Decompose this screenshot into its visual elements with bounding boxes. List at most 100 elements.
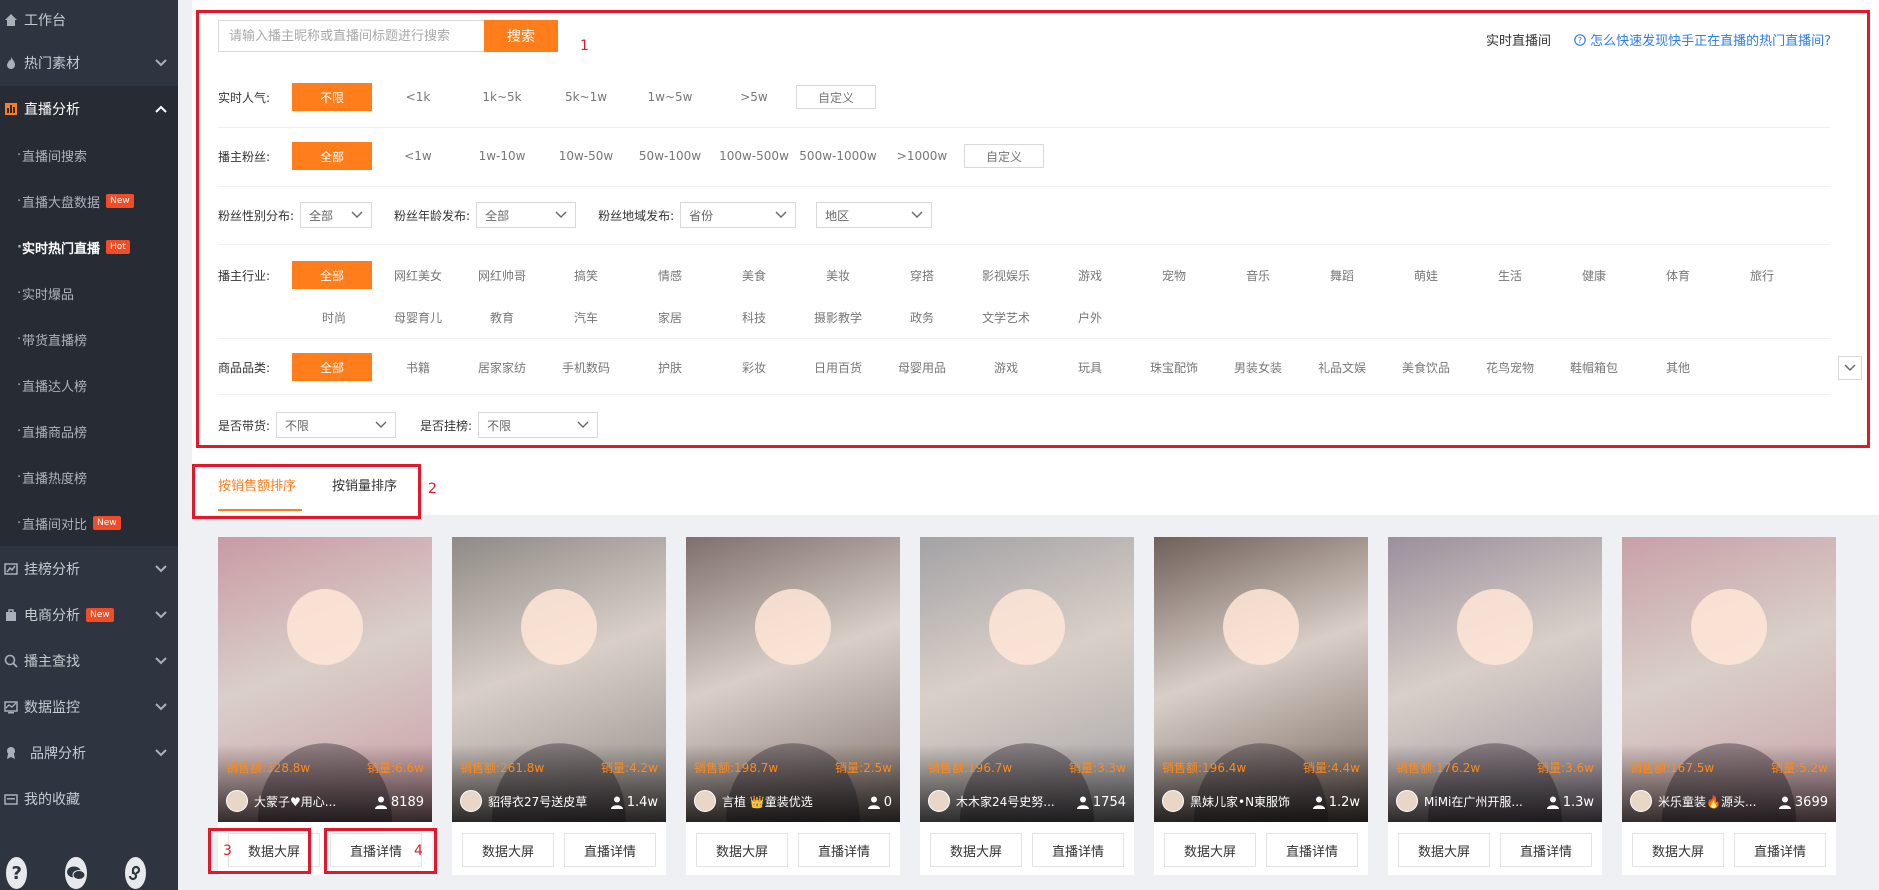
live-thumbnail[interactable]: 销售额:196.7w 销量:3.3w 木木家24号史努... 1754 [920, 537, 1134, 822]
nav-ecommerce-analysis[interactable]: 电商分析 New [0, 592, 178, 638]
filter-option[interactable]: 网红美女 [376, 261, 460, 289]
live-room-card[interactable]: 销售额:167.5w 销量:5.2w 米乐童装🔥源头... 3699 数据大屏 直播详情 [1622, 537, 1836, 875]
nav-ranking-analysis[interactable]: 挂榜分析 [0, 546, 178, 592]
tab-sort-by-sales-amount[interactable]: 按销售额排序 [218, 475, 296, 494]
live-room-card[interactable]: 销售额:196.4w 销量:4.4w 黑妹儿家•N東服饰 1.2w 数据大屏 直播详情 [1154, 537, 1368, 875]
filter-option[interactable]: 男装女装 [1216, 353, 1300, 381]
sidebar-item-selling-live-rank[interactable]: 带货直播榜 [0, 316, 178, 362]
help-link[interactable]: ? 怎么快速发现快手正在直播的热门直播间? [1574, 30, 1831, 49]
filter-option[interactable]: 健康 [1552, 261, 1636, 289]
tab-sort-by-volume[interactable]: 按销量排序 [332, 475, 397, 494]
filter-option[interactable]: 生活 [1468, 261, 1552, 289]
filter-option[interactable]: 500w-1000w [796, 142, 880, 170]
age-select[interactable]: 全部 [476, 202, 577, 228]
filter-option[interactable]: 1k~5k [460, 83, 544, 111]
filter-option[interactable]: 游戏 [1048, 261, 1132, 289]
filter-option[interactable]: 美妆 [796, 261, 880, 289]
filter-option[interactable]: 汽车 [544, 303, 628, 331]
search-input[interactable] [218, 20, 484, 52]
filter-option[interactable]: 文学艺术 [964, 303, 1048, 331]
live-thumbnail[interactable]: 销售额:167.5w 销量:5.2w 米乐童装🔥源头... 3699 [1622, 537, 1836, 822]
filter-option[interactable]: 居家家纺 [460, 353, 544, 381]
filter-option[interactable]: 100w-500w [712, 142, 796, 170]
live-detail-button[interactable]: 直播详情 [1032, 833, 1124, 867]
district-select[interactable]: 地区 [816, 202, 933, 228]
filter-option[interactable]: 时尚 [292, 303, 376, 331]
filter-option[interactable]: 书籍 [376, 353, 460, 381]
selling-select[interactable]: 不限 [276, 412, 397, 438]
filter-option[interactable]: <1k [376, 83, 460, 111]
nav-hot-material[interactable]: 热门素材 [0, 40, 178, 86]
filter-option[interactable]: 母婴育儿 [376, 303, 460, 331]
live-room-card[interactable]: 销售额:328.8w 销量:6.6w 大蒙子♥用心... 8189 数据大屏 直播详情 [218, 537, 432, 875]
filter-option[interactable]: 游戏 [964, 353, 1048, 381]
filter-option[interactable]: 萌娃 [1384, 261, 1468, 289]
filter-option[interactable]: 宠物 [1132, 261, 1216, 289]
filter-option[interactable]: 体育 [1636, 261, 1720, 289]
sidebar-item-live-overview[interactable]: 直播大盘数据 New [0, 178, 178, 224]
filter-option[interactable]: <1w [376, 142, 460, 170]
live-detail-button[interactable]: 直播详情 [1734, 833, 1826, 867]
live-detail-button[interactable]: 直播详情 [798, 833, 890, 867]
anchor-info[interactable]: 黑妹儿家•N東服饰 [1162, 790, 1302, 812]
filter-option[interactable]: 50w-100w [628, 142, 712, 170]
filter-option[interactable]: 情感 [628, 261, 712, 289]
filter-option[interactable]: 网红帅哥 [460, 261, 544, 289]
live-thumbnail[interactable]: 销售额:198.7w 销量:2.5w 言植 👑童装优选 0 [686, 537, 900, 822]
mini-program-icon[interactable] [124, 857, 146, 889]
custom-range-button[interactable]: 自定义 [964, 144, 1044, 168]
filter-option[interactable]: 家居 [628, 303, 712, 331]
live-thumbnail[interactable]: 销售额:261.8w 销量:4.2w 貂得衣27号送皮草 1.4w [452, 537, 666, 822]
expand-toggle[interactable] [1838, 356, 1862, 380]
filter-option[interactable]: 户外 [1048, 303, 1132, 331]
anchor-info[interactable]: 大蒙子♥用心... [226, 790, 366, 812]
data-screen-button[interactable]: 数据大屏 [462, 833, 554, 867]
filter-option[interactable]: 护肤 [628, 353, 712, 381]
anchor-info[interactable]: 木木家24号史努... [928, 790, 1068, 812]
data-screen-button[interactable]: 数据大屏 [930, 833, 1022, 867]
live-thumbnail[interactable]: 销售额:196.4w 销量:4.4w 黑妹儿家•N東服饰 1.2w [1154, 537, 1368, 822]
filter-option[interactable]: 科技 [712, 303, 796, 331]
filter-option[interactable]: 10w-50w [544, 142, 628, 170]
wechat-icon[interactable] [65, 857, 87, 889]
sidebar-item-realtime-hot-products[interactable]: 实时爆品 [0, 270, 178, 316]
data-screen-button[interactable]: 数据大屏 [1398, 833, 1490, 867]
filter-option[interactable]: 影视娱乐 [964, 261, 1048, 289]
live-detail-button[interactable]: 直播详情 [1266, 833, 1358, 867]
live-detail-button[interactable]: 直播详情 [330, 833, 422, 867]
filter-option[interactable]: 彩妆 [712, 353, 796, 381]
filter-option[interactable]: 花鸟宠物 [1468, 353, 1552, 381]
data-screen-button[interactable]: 数据大屏 [228, 833, 320, 867]
live-detail-button[interactable]: 直播详情 [1500, 833, 1592, 867]
live-detail-button[interactable]: 直播详情 [564, 833, 656, 867]
filter-option[interactable]: 摄影教学 [796, 303, 880, 331]
filter-option[interactable]: 教育 [460, 303, 544, 331]
nav-data-monitor[interactable]: 数据监控 [0, 684, 178, 730]
filter-option[interactable]: 搞笑 [544, 261, 628, 289]
live-thumbnail[interactable]: 销售额:176.2w 销量:3.6w MiMi在广州开服... 1.3w [1388, 537, 1602, 822]
anchor-info[interactable]: MiMi在广州开服... [1396, 790, 1536, 812]
filter-option[interactable]: 美食 [712, 261, 796, 289]
data-screen-button[interactable]: 数据大屏 [1632, 833, 1724, 867]
nav-live-analysis[interactable]: 直播分析 [0, 86, 178, 132]
help-icon[interactable]: ? [6, 857, 28, 889]
filter-option[interactable]: 日用百货 [796, 353, 880, 381]
filter-option[interactable]: 政务 [880, 303, 964, 331]
nav-anchor-search[interactable]: 播主查找 [0, 638, 178, 684]
filter-option[interactable]: 穿搭 [880, 261, 964, 289]
gender-select[interactable]: 全部 [300, 202, 373, 228]
nav-workbench[interactable]: 工作台 [0, 0, 178, 40]
filter-option[interactable]: 手机数码 [544, 353, 628, 381]
data-screen-button[interactable]: 数据大屏 [1164, 833, 1256, 867]
live-room-card[interactable]: 销售额:176.2w 销量:3.6w MiMi在广州开服... 1.3w 数据大屏 直播详… [1388, 537, 1602, 875]
live-room-card[interactable]: 销售额:261.8w 销量:4.2w 貂得衣27号送皮草 1.4w 数据大屏 直播详情 [452, 537, 666, 875]
ranked-select[interactable]: 不限 [478, 412, 599, 438]
anchor-info[interactable]: 貂得衣27号送皮草 [460, 790, 600, 812]
anchor-info[interactable]: 米乐童装🔥源头... [1630, 790, 1770, 812]
live-thumbnail[interactable]: 销售额:328.8w 销量:6.6w 大蒙子♥用心... 8189 [218, 537, 432, 822]
live-room-card[interactable]: 销售额:198.7w 销量:2.5w 言植 👑童装优选 0 数据大屏 直播详情 [686, 537, 900, 875]
filter-option[interactable]: 全部 [292, 261, 372, 289]
filter-option[interactable]: 5k~1w [544, 83, 628, 111]
nav-brand-analysis[interactable]: 品牌分析 [0, 730, 178, 776]
anchor-info[interactable]: 言植 👑童装优选 [694, 790, 834, 812]
